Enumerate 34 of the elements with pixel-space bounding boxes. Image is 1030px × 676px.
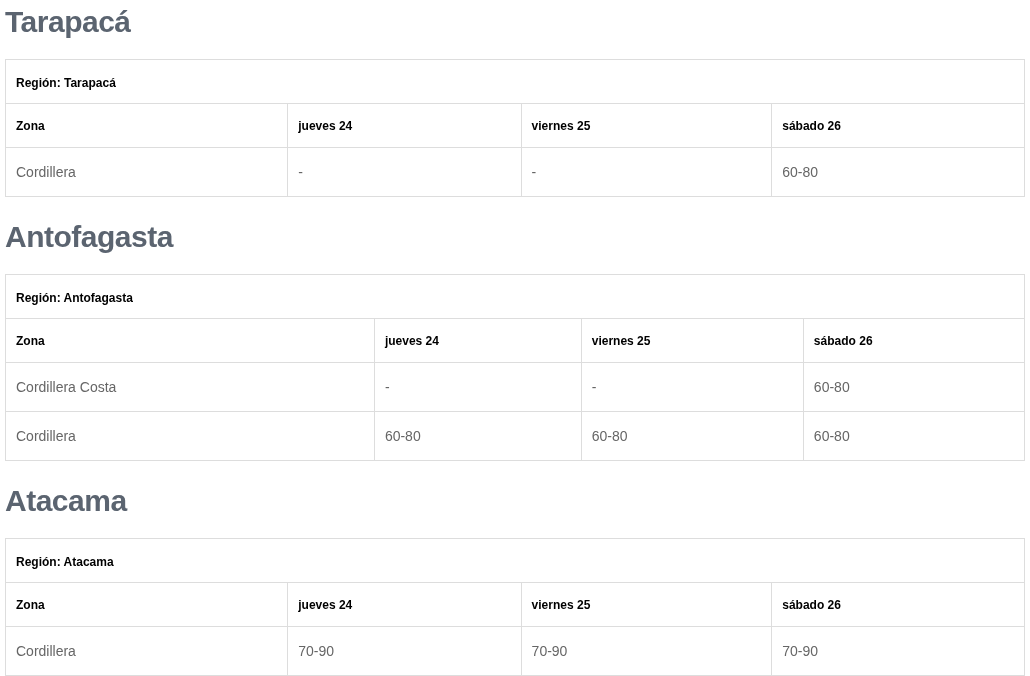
column-header: jueves 24: [287, 103, 522, 148]
table-cell: 60-80: [581, 411, 804, 461]
table-cell: Cordillera: [5, 411, 375, 461]
column-header: Zona: [5, 582, 288, 627]
table-cell: -: [374, 362, 582, 412]
table-cell: Cordillera Costa: [5, 362, 375, 412]
table-cell: 60-80: [803, 362, 1025, 412]
region-heading: Tarapacá: [5, 4, 132, 40]
table-cell: 60-80: [771, 147, 1025, 197]
column-header: viernes 25: [581, 318, 804, 363]
column-header: sábado 26: [771, 582, 1025, 627]
table-cell: -: [287, 147, 522, 197]
table-cell: 60-80: [374, 411, 582, 461]
region-heading: Antofagasta: [5, 219, 175, 255]
table-caption: Región: Antofagasta: [16, 290, 133, 305]
table-caption: Región: Tarapacá: [16, 75, 116, 90]
table-caption: Región: Atacama: [16, 554, 114, 569]
column-header: sábado 26: [771, 103, 1025, 148]
column-header: viernes 25: [521, 103, 772, 148]
table-cell: Cordillera: [5, 626, 288, 676]
column-header: jueves 24: [287, 582, 522, 627]
table-cell: 60-80: [803, 411, 1025, 461]
table-cell: -: [581, 362, 804, 412]
column-header: viernes 25: [521, 582, 772, 627]
column-header: Zona: [5, 318, 375, 363]
table-cell: -: [521, 147, 772, 197]
region-heading: Atacama: [5, 483, 129, 519]
table-cell: 70-90: [521, 626, 772, 676]
table-cell: Cordillera: [5, 147, 288, 197]
column-header: jueves 24: [374, 318, 582, 363]
column-header: sábado 26: [803, 318, 1025, 363]
column-header: Zona: [5, 103, 288, 148]
table-cell: 70-90: [771, 626, 1025, 676]
table-cell: 70-90: [287, 626, 522, 676]
